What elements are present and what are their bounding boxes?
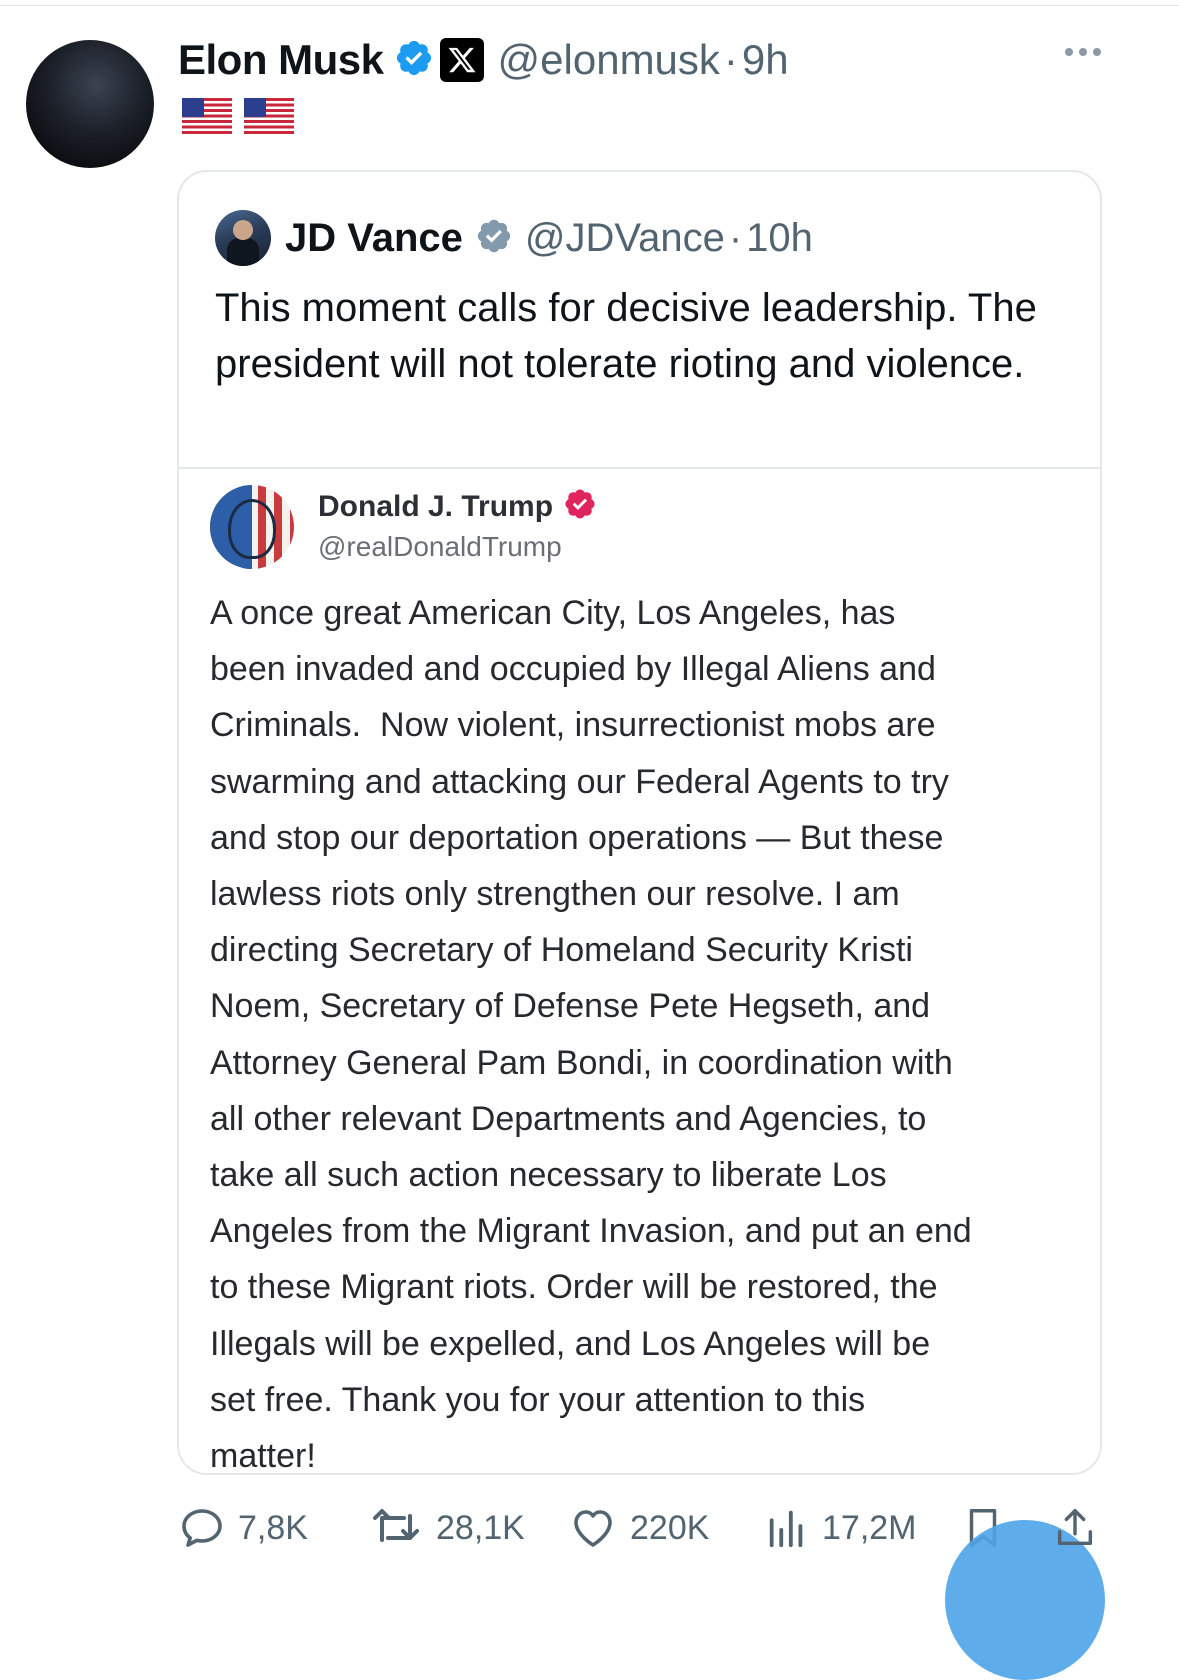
like-button[interactable]: 220K (568, 1498, 709, 1558)
tweet-time[interactable]: 9h (742, 36, 789, 84)
embedded-name-row: Donald J. Trump (318, 487, 597, 526)
us-flag-icon (182, 98, 232, 134)
text-line: been invaded and occupied by Illegal Ali… (210, 650, 936, 689)
author-handle[interactable]: @elonmusk (498, 36, 720, 84)
embedded-author-name: Donald J. Trump (318, 489, 554, 523)
reply-button[interactable]: 7,8K (178, 1498, 308, 1558)
views-icon (769, 1510, 803, 1548)
heart-icon (574, 1510, 612, 1547)
text-line: all other relevant Departments and Agenc… (210, 1099, 927, 1138)
verified-badge-icon (475, 217, 513, 260)
text-line: take all such action necessary to libera… (210, 1156, 887, 1195)
flags-row (182, 98, 294, 134)
author-avatar[interactable] (26, 40, 154, 168)
share-icon (1057, 1509, 1093, 1546)
text-line: swarming and attacking our Federal Agent… (210, 762, 949, 801)
text-line: set free. Thank you for your attention t… (210, 1380, 866, 1419)
text-line: matter! (210, 1437, 316, 1475)
separator-dot: · (723, 36, 738, 83)
repost-count: 28,1K (436, 1508, 525, 1547)
text-line: Angeles from the Migrant Invasion, and p… (210, 1212, 972, 1251)
text-line: Illegals will be expelled, and Los Angel… (210, 1324, 931, 1363)
separator-dot: · (728, 215, 743, 260)
quoted-author-handle: @JDVance (524, 215, 725, 260)
text-line: lawless riots only strengthen our resolv… (210, 875, 900, 914)
quoted-tweet-text: This moment calls for decisive leadershi… (215, 286, 1037, 386)
verified-badge-icon[interactable] (394, 38, 434, 83)
verified-badge-icon (563, 487, 597, 526)
quoted-tweet-time: 10h (746, 215, 813, 260)
share-button[interactable] (1052, 1498, 1098, 1558)
embedded-post-text: A once great American City, Los Angeles,… (210, 585, 1090, 1475)
text-line: A once great American City, Los Angeles,… (210, 594, 896, 632)
quoted-author-avatar (215, 210, 271, 266)
reply-count: 7,8K (238, 1508, 308, 1547)
quoted-tweet-card[interactable]: JD Vance @JDVance · 10h This moment call… (177, 170, 1102, 1475)
tweet-header: Elon Musk @elonmusk · 9h (178, 30, 789, 90)
top-divider (0, 5, 1179, 6)
text-line: directing Secretary of Homeland Security… (210, 931, 913, 970)
repost-button[interactable]: 28,1K (368, 1498, 525, 1558)
repost-icon (373, 1509, 419, 1542)
like-count: 220K (630, 1508, 710, 1547)
text-line: Noem, Secretary of Defense Pete Hegseth,… (210, 987, 931, 1026)
text-line: to these Migrant riots. Order will be re… (210, 1268, 938, 1307)
quoted-author-name: JD Vance (285, 215, 463, 260)
x-logo-icon[interactable] (439, 38, 484, 82)
text-line: and stop our deportation operations — Bu… (210, 818, 944, 857)
author-name[interactable]: Elon Musk (178, 36, 384, 84)
more-options-icon[interactable] (1065, 48, 1101, 56)
views-count: 17,2M (822, 1508, 917, 1547)
embedded-author-handle: @realDonaldTrump (318, 531, 562, 562)
embedded-post-image[interactable]: Donald J. Trump @realDonaldTrump A once … (179, 469, 1100, 1475)
embedded-author-avatar (210, 485, 294, 569)
text-line: Criminals. Now violent, insurrectionist … (210, 706, 936, 745)
views-button[interactable]: 17,2M (764, 1498, 917, 1558)
text-line: Attorney General Pam Bondi, in coordinat… (210, 1043, 953, 1082)
us-flag-icon (244, 98, 294, 134)
quoted-tweet-header: JD Vance @JDVance · 10h (215, 208, 813, 268)
reply-icon (182, 1509, 222, 1547)
